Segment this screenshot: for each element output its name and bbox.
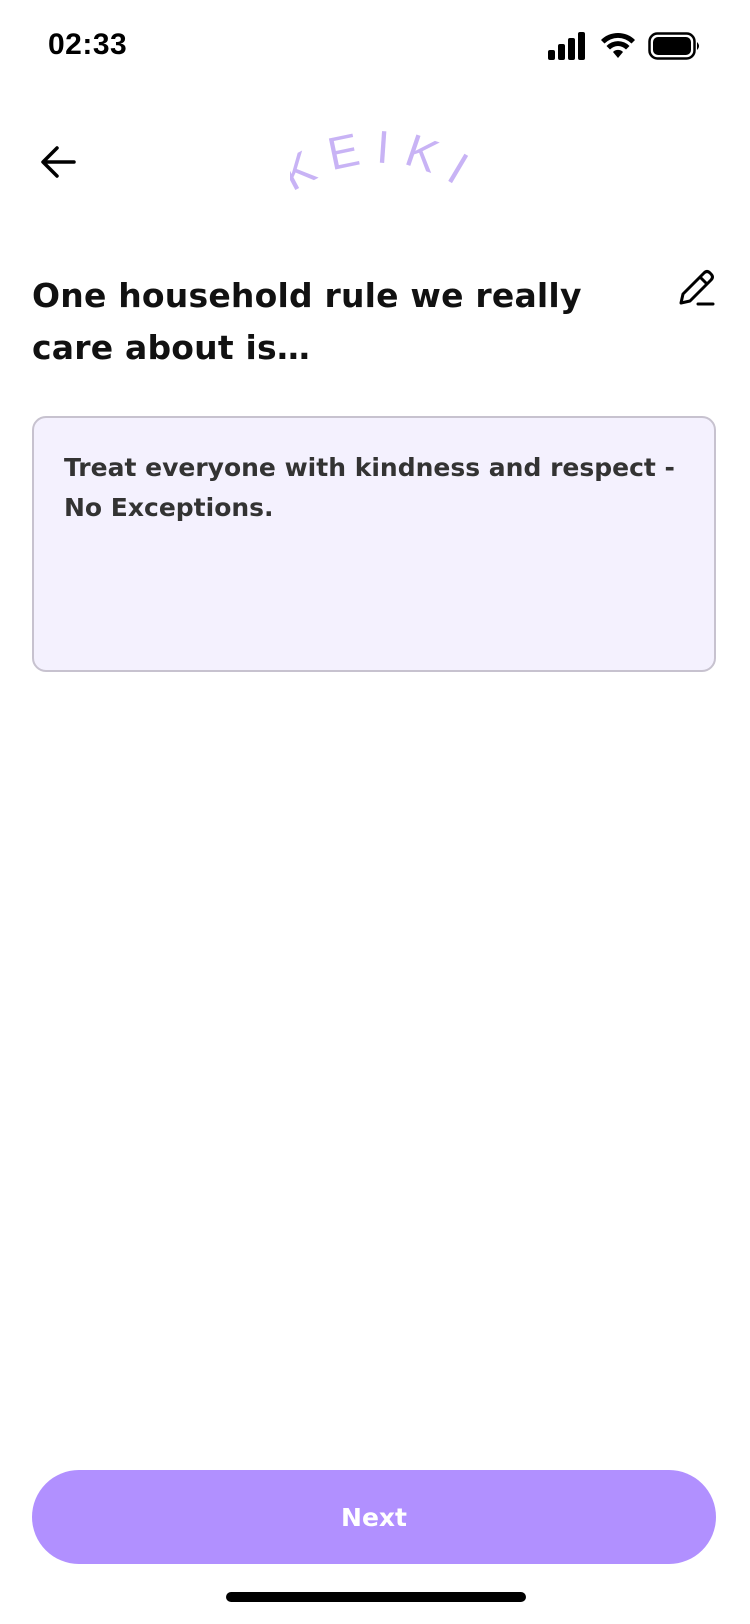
cellular-signal-icon — [548, 32, 588, 64]
status-icons — [548, 32, 702, 64]
pencil-icon — [675, 267, 717, 313]
svg-text:KEIKI: KEIKI — [290, 128, 470, 198]
status-time: 02:33 — [48, 28, 128, 61]
answer-text: Treat everyone with kindness and respect… — [64, 453, 684, 522]
back-button[interactable] — [28, 134, 88, 194]
home-indicator — [226, 1592, 526, 1602]
question-title: One household rule we really care about … — [32, 276, 582, 367]
arrow-left-icon — [38, 142, 78, 186]
battery-icon — [648, 32, 702, 64]
keiki-logo: KEIKI — [272, 120, 475, 201]
answer-textarea[interactable]: Treat everyone with kindness and respect… — [32, 416, 716, 672]
status-bar: 02:33 — [0, 0, 750, 96]
next-button[interactable]: Next — [32, 1470, 716, 1564]
edit-button[interactable] — [672, 266, 720, 314]
wifi-icon — [600, 32, 636, 64]
logo-text: KEIKI — [272, 120, 475, 201]
